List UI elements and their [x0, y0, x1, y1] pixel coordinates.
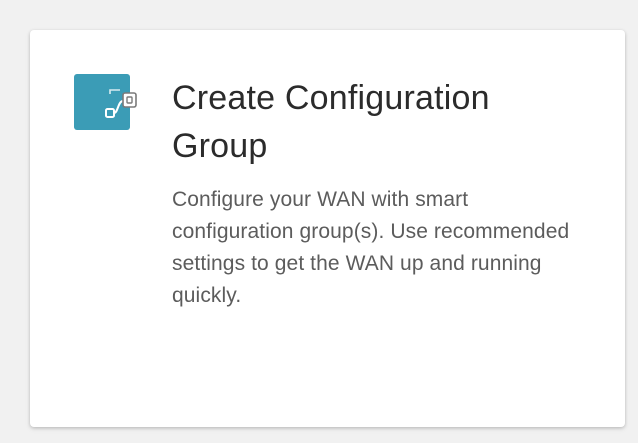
- card-title: Create Configuration Group: [172, 79, 490, 165]
- create-configuration-group-card[interactable]: Create Configuration Group Configure you…: [30, 30, 625, 427]
- card-description: Configure your WAN with smart configurat…: [172, 188, 570, 307]
- workflow-icon: [105, 89, 137, 118]
- card-icon: [74, 74, 148, 132]
- page-background: Create Configuration Group Configure you…: [0, 0, 638, 443]
